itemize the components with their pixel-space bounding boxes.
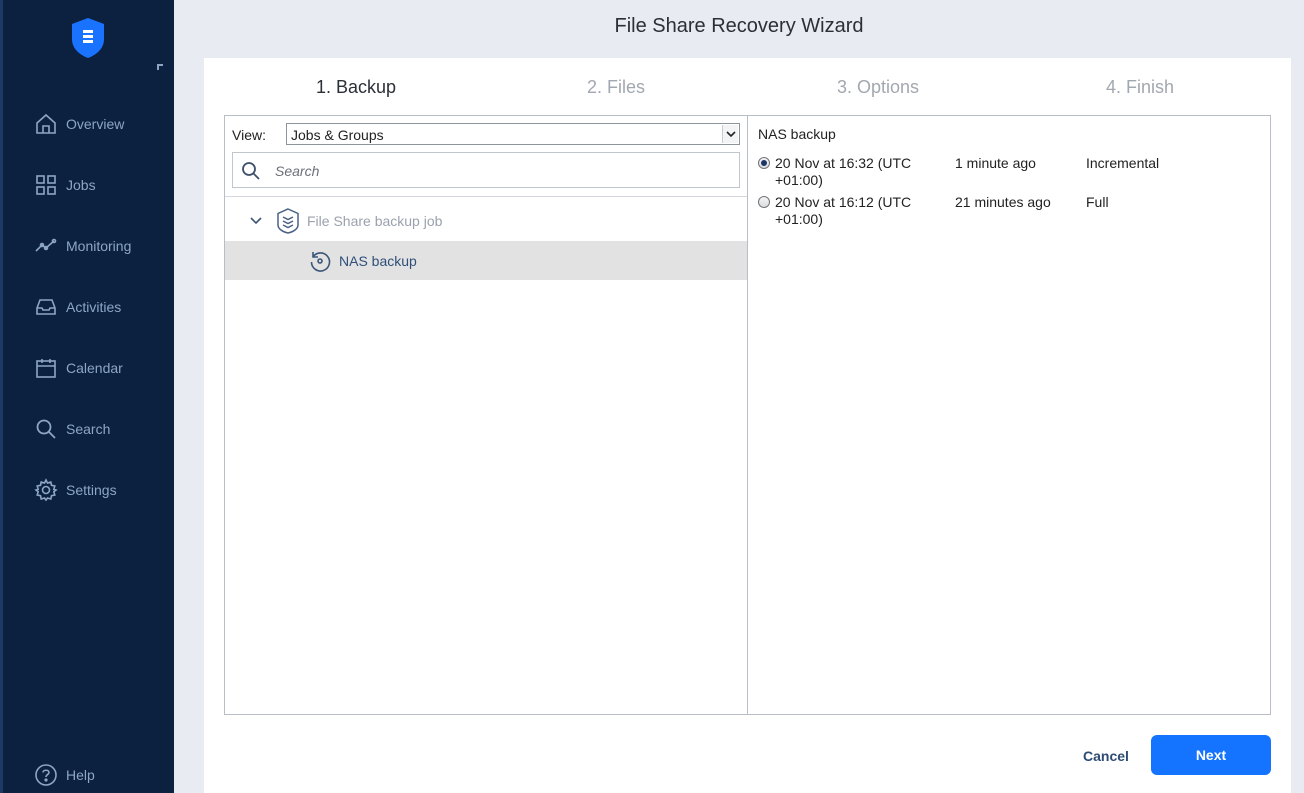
step-files[interactable]: 2. Files <box>587 77 645 98</box>
search-input[interactable] <box>275 161 715 181</box>
sidebar-item-label: Activities <box>66 299 122 315</box>
step-finish[interactable]: 4. Finish <box>1106 77 1174 98</box>
restore-point-date: 20 Nov at 16:32 (UTC +01:00) <box>775 155 912 188</box>
inbox-icon <box>36 299 56 315</box>
sidebar-item-activities[interactable]: Activities <box>0 285 174 329</box>
collapse-corner-icon[interactable] <box>157 64 163 70</box>
sidebar-item-label: Overview <box>66 116 125 132</box>
search-icon <box>242 162 260 180</box>
backup-job-icon <box>277 208 299 234</box>
sidebar-item-label: Help <box>66 767 95 783</box>
restore-point-age: 1 minute ago <box>955 155 1036 171</box>
sidebar-item-label: Calendar <box>66 360 123 376</box>
grid-icon <box>36 175 56 195</box>
radio-button-selected[interactable] <box>758 157 770 169</box>
sidebar-item-search[interactable]: Search <box>0 407 174 451</box>
restore-point-type: Full <box>1086 194 1109 210</box>
restore-point-row[interactable]: 20 Nov at 16:12 (UTC +01:00) 21 minutes … <box>757 194 1257 230</box>
next-button[interactable]: Next <box>1151 735 1271 775</box>
tree-item-label: NAS backup <box>339 253 417 269</box>
sidebar-item-label: Jobs <box>66 177 96 193</box>
step-options[interactable]: 3. Options <box>837 77 919 98</box>
tree-item-nas-backup[interactable]: NAS backup <box>225 241 747 280</box>
chevron-down-icon[interactable] <box>249 214 263 228</box>
tree-item-job[interactable]: File Share backup job <box>225 202 747 240</box>
restore-point-date: 20 Nov at 16:12 (UTC +01:00) <box>775 194 912 227</box>
view-label: View: <box>232 127 266 143</box>
restore-point-row[interactable]: 20 Nov at 16:32 (UTC +01:00) 1 minute ag… <box>757 155 1257 191</box>
sidebar-item-label: Settings <box>66 482 117 498</box>
view-dropdown[interactable]: Jobs & Groups <box>286 123 740 145</box>
search-icon <box>36 419 56 439</box>
sidebar-item-label: Monitoring <box>66 238 132 254</box>
restore-point-age: 21 minutes ago <box>955 194 1051 210</box>
view-dropdown-value: Jobs & Groups <box>291 127 384 143</box>
sidebar-item-monitoring[interactable]: Monitoring <box>0 224 174 268</box>
sidebar-item-settings[interactable]: Settings <box>0 468 174 512</box>
restore-points-title: NAS backup <box>758 126 836 142</box>
tree-item-label: File Share backup job <box>307 213 443 229</box>
gear-icon <box>34 478 58 502</box>
chevron-down-icon[interactable] <box>722 125 738 143</box>
page-title: File Share Recovery Wizard <box>614 15 864 37</box>
restore-icon <box>310 252 331 272</box>
monitoring-icon <box>35 238 57 252</box>
logo-shield-icon <box>72 18 104 58</box>
search-field[interactable] <box>232 152 740 188</box>
sidebar-item-overview[interactable]: Overview <box>0 102 174 146</box>
help-icon <box>35 764 57 786</box>
calendar-icon <box>36 359 56 378</box>
home-icon <box>36 113 56 134</box>
divider <box>225 196 747 197</box>
sidebar-item-label: Search <box>66 421 111 437</box>
sidebar-item-calendar[interactable]: Calendar <box>0 346 174 390</box>
radio-button[interactable] <box>758 196 770 208</box>
restore-point-type: Incremental <box>1086 155 1160 171</box>
step-backup[interactable]: 1. Backup <box>316 77 396 98</box>
sidebar-item-jobs[interactable]: Jobs <box>0 163 174 207</box>
sidebar: Overview Jobs Monitoring Activities Cale… <box>0 0 174 793</box>
sidebar-item-help[interactable]: Help <box>0 753 174 793</box>
cancel-button[interactable]: Cancel <box>1071 745 1141 767</box>
